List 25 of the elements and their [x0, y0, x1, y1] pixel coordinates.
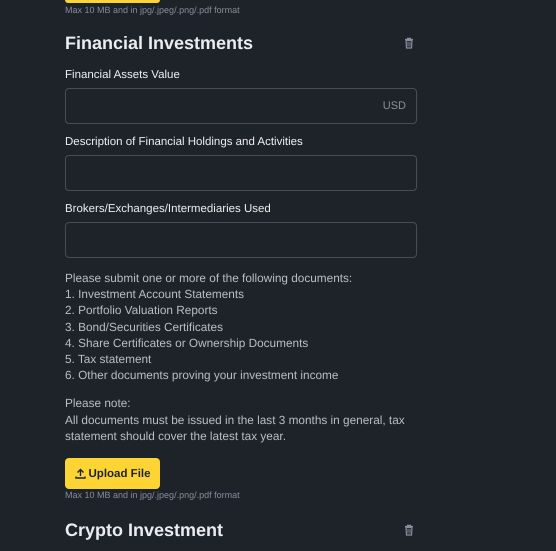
document-list-item: 3. Bond/Securities Certificates [65, 318, 224, 335]
document-list-item: 1. Investment Account Statements [65, 286, 246, 302]
trash-icon[interactable] [403, 37, 415, 49]
file-size-hint: Max 10 MB and in jpg/.jpeg/.png/.pdf format [65, 490, 241, 500]
section-title: Financial Investments [65, 32, 254, 54]
note-text: All documents must be issued in the last 3 months in general, tax statement should cover the latest tax year. [65, 412, 406, 444]
input-field[interactable] [65, 155, 417, 191]
document-list-item: 4. Share Certificates or Ownership Documents [65, 334, 310, 352]
field-label: Financial Assets Value [65, 69, 181, 81]
field-label: Description of Financial Holdings and Activities [65, 136, 304, 148]
input-field[interactable] [65, 222, 417, 258]
section-title: Crypto Investment [65, 520, 224, 541]
input-field[interactable]: USD [65, 88, 417, 124]
upload-button[interactable] [65, 0, 160, 3]
document-list-item: 5. Tax statement [65, 351, 152, 368]
upload-icon [74, 468, 86, 480]
note-title: Please note: [65, 395, 132, 412]
documents-intro: Please submit one or more of the following documents: [65, 270, 354, 286]
field-label: Brokers/Exchanges/Intermediaries Used [65, 203, 272, 215]
document-list-item: 2. Portfolio Valuation Reports [65, 302, 219, 319]
upload-button[interactable]: Upload File [65, 458, 160, 490]
trash-icon[interactable] [403, 524, 415, 536]
currency-suffix: USD [382, 100, 406, 112]
document-list-item: 6. Other documents proving your investment income [65, 367, 340, 384]
file-size-hint: Max 10 MB and in jpg/.jpeg/.png/.pdf format [65, 5, 241, 15]
